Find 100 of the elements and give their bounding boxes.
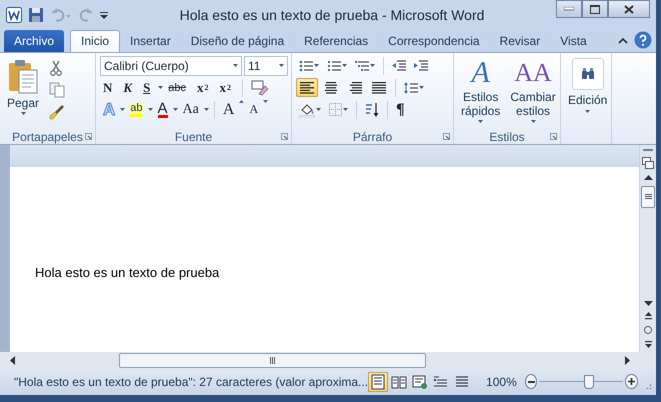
zoom-out-button[interactable] bbox=[524, 374, 538, 389]
caret-icon bbox=[263, 100, 268, 103]
caret-icon bbox=[585, 110, 590, 113]
caret-icon bbox=[343, 108, 348, 111]
previous-page-icon[interactable] bbox=[644, 312, 652, 320]
scroll-right-icon[interactable] bbox=[625, 356, 630, 364]
draft-icon bbox=[454, 374, 470, 390]
scroll-left-icon[interactable] bbox=[10, 356, 15, 364]
editing-button[interactable]: Edición bbox=[565, 58, 610, 129]
caret-icon bbox=[314, 64, 319, 67]
multilevel-list-icon bbox=[355, 60, 369, 72]
slider-thumb[interactable] bbox=[584, 374, 594, 388]
bold-button[interactable]: N bbox=[100, 78, 116, 97]
ribbon-tab[interactable]: Diseño de página bbox=[180, 30, 294, 52]
change-case-button[interactable]: Aa bbox=[180, 100, 202, 119]
font-color-button[interactable]: A bbox=[154, 100, 171, 119]
align-right-icon bbox=[348, 82, 362, 94]
italic-button[interactable]: K bbox=[120, 78, 136, 97]
status-text: "Hola esto es un texto de prueba": 27 caracteres (valor aproxima... bbox=[14, 374, 368, 388]
next-page-icon[interactable] bbox=[644, 340, 652, 348]
caret-icon bbox=[20, 112, 26, 115]
help-icon[interactable] bbox=[634, 31, 652, 49]
grip-icon bbox=[644, 194, 652, 200]
group-label: Fuente bbox=[174, 130, 212, 144]
ruler-toggle-icon[interactable] bbox=[642, 157, 654, 169]
sort-icon bbox=[365, 102, 379, 118]
ribbon-tab[interactable]: Referencias bbox=[294, 30, 378, 52]
caret-icon bbox=[530, 120, 536, 122]
save-icon[interactable] bbox=[28, 7, 44, 23]
font-name-field[interactable]: Calibri (Cuerpo) bbox=[100, 56, 242, 76]
plus-icon bbox=[628, 378, 636, 385]
numbered-list-icon bbox=[327, 60, 341, 72]
minimize-ribbon-icon[interactable] bbox=[618, 36, 628, 44]
zoom-in-button[interactable] bbox=[625, 374, 638, 389]
dialog-launcher-icon[interactable] bbox=[281, 133, 288, 140]
dialog-launcher-icon[interactable] bbox=[443, 133, 450, 140]
customize-caret-icon[interactable] bbox=[100, 11, 108, 19]
minus-icon bbox=[528, 380, 534, 382]
caret-icon bbox=[172, 108, 178, 111]
quick-styles-button[interactable]: A Estilos rápidos bbox=[458, 56, 504, 129]
highlight-button[interactable]: ab bbox=[127, 100, 146, 119]
dialog-launcher-icon[interactable] bbox=[550, 133, 557, 140]
dialog-launcher-icon[interactable] bbox=[85, 133, 92, 140]
scissors-icon bbox=[49, 60, 64, 76]
ribbon-tab[interactable]: Insertar bbox=[120, 30, 181, 52]
browse-object-icon[interactable] bbox=[644, 326, 652, 334]
borders-icon bbox=[329, 103, 342, 116]
window-title: Hola esto es un texto de prueba - Microsoft Word bbox=[178, 7, 486, 23]
file-tab[interactable]: Archivo bbox=[4, 30, 64, 52]
outdent-icon bbox=[392, 60, 406, 72]
up-caret-icon bbox=[239, 100, 244, 103]
binoculars-icon bbox=[580, 68, 595, 80]
shrink-font-button[interactable]: A bbox=[246, 100, 262, 119]
scroll-thumb[interactable] bbox=[641, 186, 655, 208]
brush-icon bbox=[49, 104, 66, 120]
line-spacing-icon bbox=[404, 80, 418, 94]
ribbon-tab[interactable]: Correspondencia bbox=[378, 30, 490, 52]
align-left-icon bbox=[300, 82, 314, 94]
close-icon bbox=[624, 4, 634, 14]
show-marks-button[interactable]: ¶ bbox=[393, 100, 408, 119]
underline-button[interactable]: S bbox=[140, 78, 154, 97]
strikethrough-button[interactable]: abc bbox=[165, 78, 190, 97]
caret-icon bbox=[370, 64, 375, 67]
caret-icon bbox=[342, 64, 347, 67]
align-left-button[interactable] bbox=[296, 78, 318, 97]
minimize-icon bbox=[564, 7, 574, 11]
group-label: Portapapeles bbox=[12, 130, 83, 144]
paste-button[interactable]: Pegar bbox=[4, 56, 42, 129]
caret-icon bbox=[120, 108, 126, 111]
close-button[interactable] bbox=[608, 0, 650, 18]
ribbon-tab[interactable]: Revisar bbox=[490, 30, 550, 52]
print-layout-button[interactable] bbox=[368, 372, 388, 392]
eraser-icon bbox=[251, 80, 270, 96]
web-layout-icon bbox=[412, 374, 428, 390]
scroll-down-icon[interactable] bbox=[644, 301, 652, 306]
grip-icon bbox=[270, 356, 276, 364]
caret-icon bbox=[233, 64, 238, 67]
split-handle-icon[interactable] bbox=[643, 149, 653, 151]
zoom-level[interactable]: 100% bbox=[486, 374, 517, 388]
ribbon-tab[interactable]: Vista bbox=[550, 30, 597, 52]
caret-icon bbox=[158, 86, 164, 89]
maximize-button[interactable] bbox=[582, 0, 608, 18]
caret-icon bbox=[316, 108, 321, 111]
change-styles-button[interactable]: AA Cambiar estilos bbox=[507, 56, 559, 129]
ribbon-tab[interactable]: Inicio bbox=[70, 30, 120, 52]
copy-icon bbox=[49, 82, 66, 98]
document-text: Hola esto es un texto de prueba bbox=[35, 265, 220, 280]
caret-icon bbox=[419, 86, 424, 89]
grow-font-button[interactable]: A bbox=[220, 100, 238, 119]
maximize-icon bbox=[590, 4, 600, 14]
font-size-field[interactable]: 11 bbox=[244, 56, 288, 76]
indent-icon bbox=[414, 60, 428, 72]
scroll-up-icon[interactable] bbox=[644, 175, 652, 180]
caret-icon bbox=[478, 120, 484, 122]
print-layout-icon bbox=[370, 374, 386, 390]
minimize-button[interactable] bbox=[556, 0, 582, 18]
paint-bucket-icon bbox=[299, 102, 315, 118]
clipboard-icon bbox=[8, 60, 38, 94]
word-logo-icon[interactable] bbox=[6, 7, 22, 23]
scroll-thumb[interactable] bbox=[119, 352, 426, 368]
